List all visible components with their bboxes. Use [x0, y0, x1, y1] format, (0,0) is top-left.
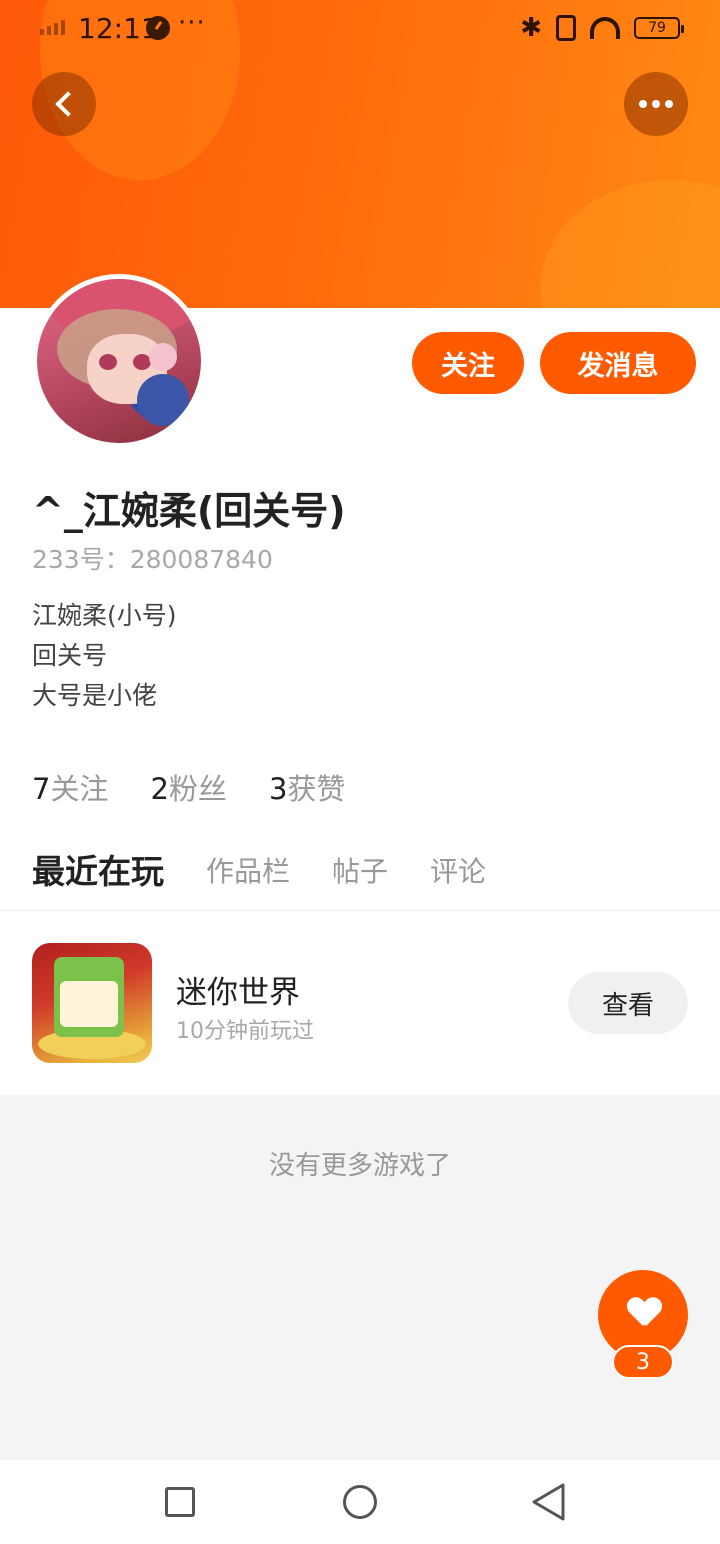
send-message-button[interactable]: 发消息: [540, 332, 696, 394]
vibrate-icon: [556, 15, 576, 41]
home-icon[interactable]: [343, 1485, 377, 1519]
battery-level: 79: [648, 20, 666, 36]
bio-line: 回关号: [32, 641, 108, 670]
game-last-played: 10分钟前玩过: [176, 1019, 314, 1044]
user-id: 233号：280087840: [32, 545, 273, 574]
avatar[interactable]: [32, 274, 206, 448]
list-footer-area: 没有更多游戏了: [0, 1095, 720, 1460]
more-dots-icon: [639, 100, 673, 108]
signal-icon: [40, 20, 65, 35]
chevron-left-icon: [55, 91, 81, 117]
bio-line: 大号是小佬: [32, 681, 158, 710]
back-triangle-icon[interactable]: [530, 1482, 566, 1522]
heart-icon: [628, 1298, 658, 1326]
stat-fans[interactable]: 2粉丝: [150, 766, 226, 808]
tab-recent-play[interactable]: 最近在玩: [32, 850, 164, 916]
bio-line: 江婉柔(小号): [32, 601, 177, 630]
stat-likes[interactable]: 3获赞: [269, 766, 345, 808]
recent-apps-icon[interactable]: [165, 1487, 195, 1517]
tab-posts[interactable]: 帖子: [332, 850, 388, 894]
battery-icon: 79: [634, 17, 684, 39]
no-more-text: 没有更多游戏了: [268, 1151, 451, 1181]
system-nav-bar: [0, 1460, 720, 1544]
profile-stats: 7关注 2粉丝 3获赞: [32, 766, 345, 808]
follow-button[interactable]: 关注: [412, 332, 524, 394]
like-count-badge: 3: [612, 1345, 674, 1379]
back-button[interactable]: [32, 72, 96, 136]
bio: 江婉柔(小号) 回关号 大号是小佬: [32, 596, 177, 716]
view-game-button[interactable]: 查看: [568, 972, 688, 1034]
list-item[interactable]: 迷你世界 10分钟前玩过 查看: [0, 911, 720, 1095]
more-options-button[interactable]: [624, 72, 688, 136]
status-bar: 12:11 ··· ✱ 79: [0, 0, 720, 58]
tab-works[interactable]: 作品栏: [206, 850, 290, 894]
game-title: 迷你世界: [176, 975, 300, 1011]
speed-icon: [146, 16, 170, 40]
stat-following[interactable]: 7关注: [32, 766, 108, 808]
wifi-icon: [590, 17, 620, 39]
profile-tabs: 最近在玩 作品栏 帖子 评论: [32, 844, 486, 916]
bluetooth-icon: ✱: [520, 13, 542, 43]
nickname: ^_江婉柔(回关号): [32, 489, 346, 533]
game-icon: [32, 943, 152, 1063]
status-more: ···: [178, 8, 206, 38]
tab-comments[interactable]: 评论: [430, 850, 486, 894]
